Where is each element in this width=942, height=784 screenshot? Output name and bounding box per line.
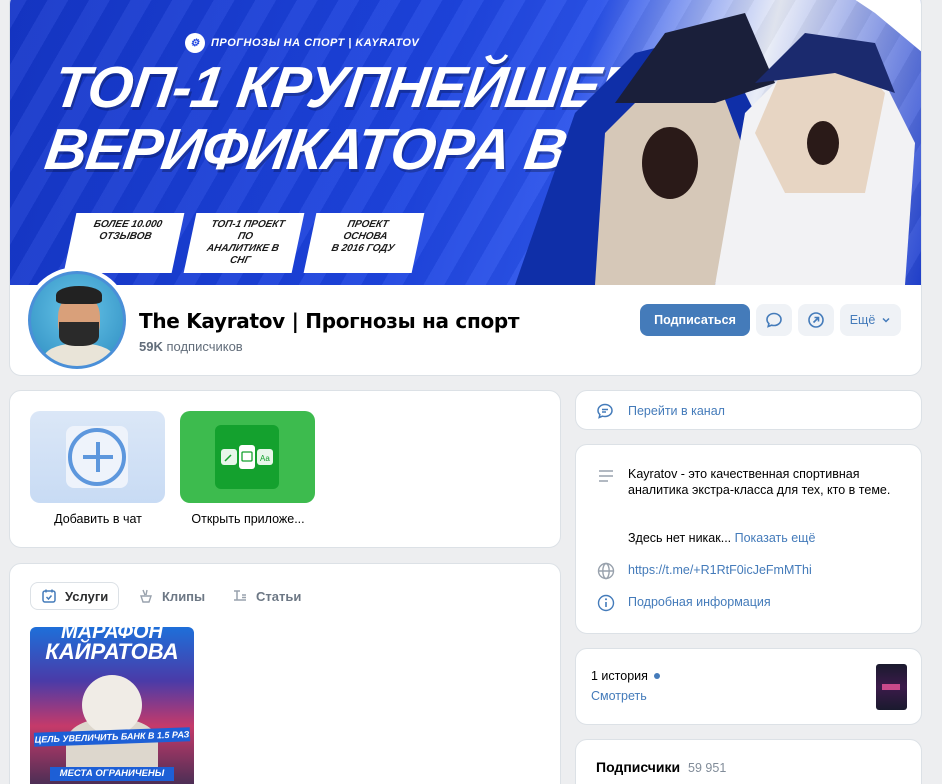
stories-count-text: 1 история — [591, 669, 648, 683]
community-avatar[interactable] — [24, 267, 130, 373]
editor-tools-icon: Aa — [221, 445, 273, 469]
cover-brand: ⚙ ПРОГНОЗЫ НА СПОРТ | KAYRATOV — [185, 33, 419, 53]
brand-logo-icon: ⚙ — [185, 33, 205, 53]
subscribers-count: 59 951 — [688, 761, 727, 775]
service-strip-limited: МЕСТА ОГРАНИЧЕНЫ — [50, 767, 174, 781]
cover-badge-line: В 2016 ГОДУ — [330, 243, 396, 254]
articles-icon — [234, 590, 246, 601]
add-to-chat-label: Добавить в чат — [54, 512, 142, 526]
service-card-image[interactable]: МАРАФОН КАЙРАТОВА ЦЕЛЬ УВЕЛИЧИТЬ БАНК В … — [30, 627, 194, 784]
tab-label: Клипы — [162, 588, 206, 604]
add-icon-box — [66, 426, 128, 488]
subscribers-short: 59K — [139, 339, 163, 354]
tab-label: Статьи — [256, 588, 302, 604]
go-to-channel-link[interactable]: Перейти в канал — [596, 402, 725, 420]
new-story-dot-icon — [653, 673, 660, 679]
subscribers-heading: Подписчики 59 951 — [596, 759, 726, 775]
stories-card[interactable]: 1 история Смотреть — [575, 648, 922, 725]
tab-services[interactable]: Услуги — [30, 582, 120, 610]
cover-badge-line: ПРОЕКТ ОСНОВА — [342, 219, 390, 242]
cover-image: ⚙ ПРОГНОЗЫ НА СПОРТ | KAYRATOV ТОП-1 КРУ… — [10, 0, 921, 285]
tab-articles[interactable]: Статьи — [222, 582, 311, 610]
share-arrow-icon — [808, 312, 824, 328]
svg-text:Aa: Aa — [260, 454, 270, 463]
about-card: Kayratov - это качественная спортивная а… — [575, 444, 922, 634]
cover-badge: ПРОЕКТ ОСНОВА В 2016 ГОДУ — [303, 213, 425, 273]
subscribers-label: подписчиков — [166, 339, 243, 354]
cover-badge: ТОП-1 ПРОЕКТ ПО АНАЛИТИКЕ В СНГ — [183, 213, 305, 273]
story-thumbnail[interactable] — [876, 664, 907, 710]
more-dropdown-button[interactable]: Ещё — [840, 304, 901, 336]
apps-panel: Добавить в чат Aa Открыть приложе... — [9, 390, 561, 548]
open-app-tile[interactable]: Aa — [180, 411, 315, 503]
go-to-channel-card[interactable]: Перейти в канал — [575, 390, 922, 430]
message-button[interactable] — [756, 304, 792, 336]
view-stories-link[interactable]: Смотреть — [591, 689, 647, 703]
avatar-illustration — [28, 271, 126, 369]
channel-chat-icon — [597, 403, 613, 419]
app-editor-icon: Aa — [215, 425, 279, 489]
subscribers-card[interactable]: Подписчики 59 951 — [575, 739, 922, 784]
content-tabs-panel: Услуги Клипы Статьи МАРАФОН КАЙРАТОВА ЦЕ… — [9, 563, 561, 784]
cover-badge-line: ОТЗЫВОВ — [98, 231, 153, 242]
community-header: ⚙ ПРОГНОЗЫ НА СПОРТ | KAYRATOV ТОП-1 КРУ… — [9, 0, 922, 376]
show-more-link[interactable]: Показать ещё — [735, 531, 816, 545]
info-icon — [596, 593, 616, 613]
tab-clips[interactable]: Клипы — [128, 582, 215, 610]
tab-label: Услуги — [65, 588, 109, 604]
service-strip-goal: ЦЕЛЬ УВЕЛИЧИТЬ БАНК В 1.5 РАЗ — [33, 727, 191, 747]
go-to-channel-label: Перейти в канал — [628, 404, 725, 418]
plus-circle-icon — [68, 428, 126, 486]
cover-badge-line: БОЛЕЕ 10.000 — [92, 219, 164, 230]
cover-badge-line: АНАЛИТИКЕ В СНГ — [205, 243, 280, 266]
clips-icon — [140, 589, 152, 603]
subscribe-button[interactable]: Подписаться — [640, 304, 750, 336]
stories-count: 1 история — [591, 669, 660, 683]
more-info-link[interactable]: Подробная информация — [628, 595, 771, 609]
subscribers-summary[interactable]: 59K подписчиков — [139, 339, 243, 354]
share-button[interactable] — [798, 304, 834, 336]
calendar-check-icon — [42, 589, 56, 603]
cover-players-illustration — [515, 0, 921, 285]
globe-icon — [596, 561, 616, 581]
cover-badges: БОЛЕЕ 10.000 ОТЗЫВОВ ТОП-1 ПРОЕКТ ПО АНА… — [63, 213, 425, 273]
chevron-down-icon — [882, 317, 890, 323]
more-label: Ещё — [849, 313, 876, 327]
cover-brand-text: ПРОГНОЗЫ НА СПОРТ | KAYRATOV — [211, 37, 420, 49]
description-icon — [596, 466, 616, 486]
description-text: Kayratov - это качественная спортивная а… — [628, 467, 891, 497]
add-to-chat-tile[interactable] — [30, 411, 165, 503]
cover-badge-line: ТОП-1 ПРОЕКТ ПО — [210, 219, 286, 242]
open-app-label: Открыть приложе... — [191, 512, 305, 526]
subscribers-title: Подписчики — [596, 759, 681, 775]
cover-badge: БОЛЕЕ 10.000 ОТЗЫВОВ — [63, 213, 185, 273]
description-extra: Здесь нет никак... Показать ещё — [628, 531, 815, 545]
community-title: The Kayratov | Прогнозы на спорт — [139, 309, 520, 333]
service-title-line2: КАЙРАТОВА — [45, 639, 179, 664]
website-link[interactable]: https://t.me/+R1RtF0icJeFmMThi — [628, 563, 812, 577]
description-truncated: Здесь нет никак... — [628, 531, 732, 545]
chat-bubble-icon — [766, 312, 782, 328]
